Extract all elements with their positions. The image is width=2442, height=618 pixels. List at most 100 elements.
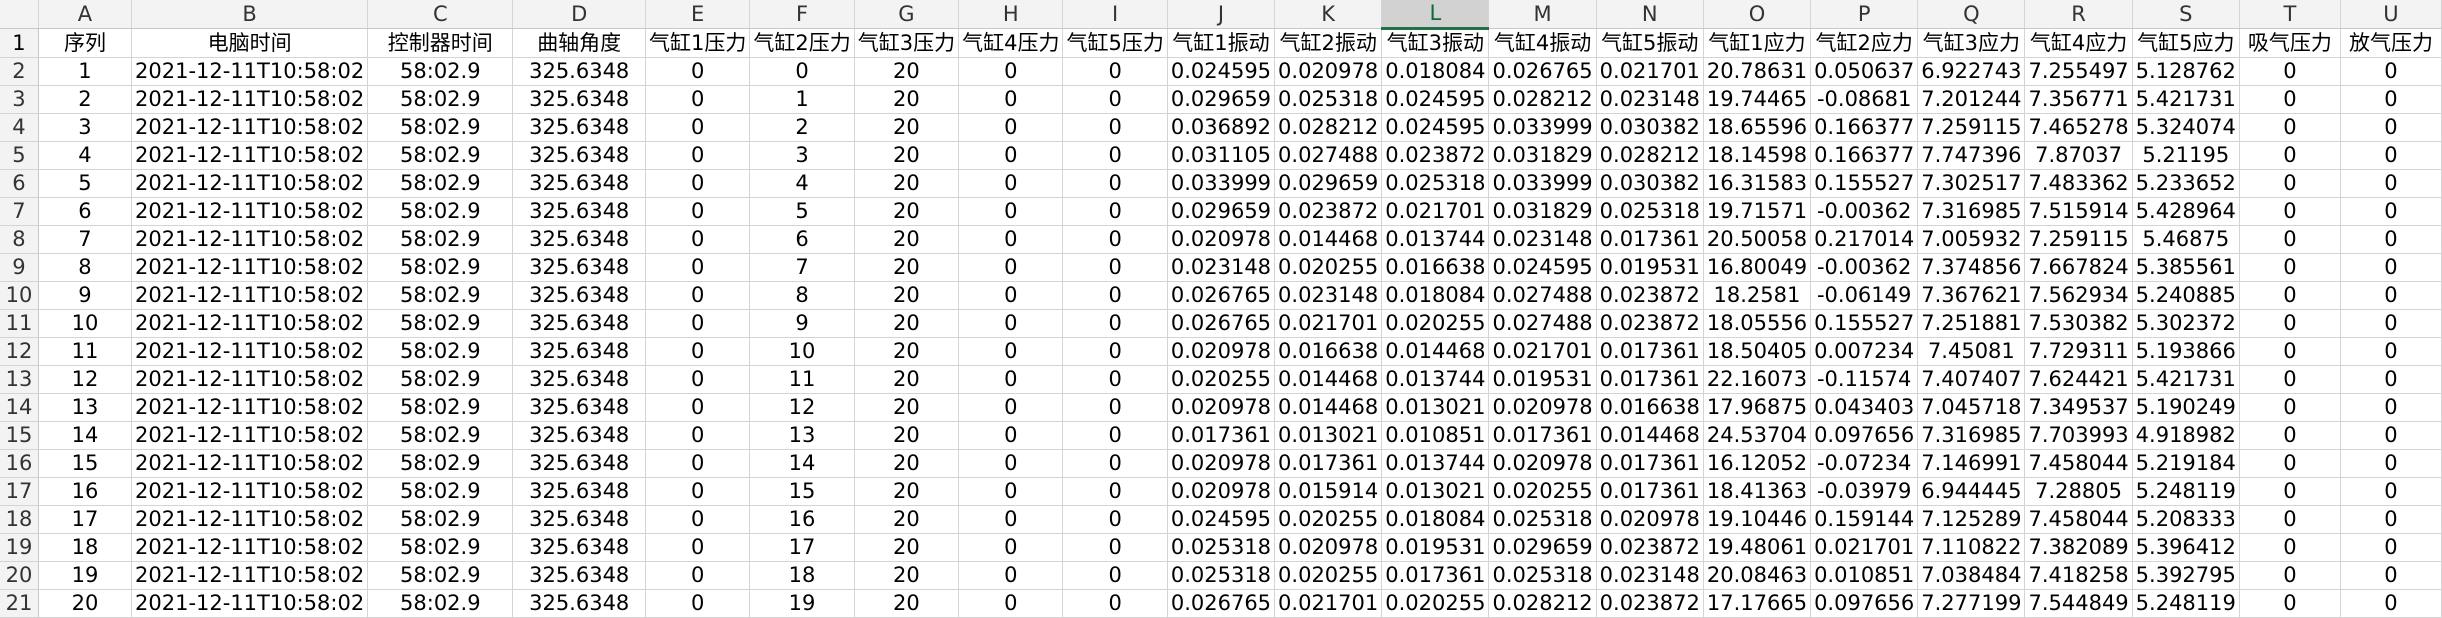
cell-I[interactable]: 0	[1062, 197, 1168, 226]
cell-K[interactable]: 0.013021	[1274, 421, 1383, 450]
cell-N[interactable]: 0.023872	[1596, 533, 1704, 562]
cell-F[interactable]: 7	[749, 253, 855, 282]
cell-N[interactable]: 0.023148	[1596, 85, 1704, 114]
cell-L[interactable]: 0.019531	[1381, 533, 1490, 562]
column-header-A[interactable]: A	[38, 0, 133, 29]
cell-J[interactable]: 0.025318	[1167, 533, 1276, 562]
cell-A[interactable]: 16	[38, 477, 133, 506]
cell-J[interactable]: 0.029659	[1167, 197, 1276, 226]
column-header-B[interactable]: B	[131, 0, 369, 29]
cell-F[interactable]: 18	[749, 561, 855, 590]
cell-C[interactable]: 58:02.9	[367, 365, 514, 394]
cell-U[interactable]: 0	[2340, 533, 2442, 562]
cell-I[interactable]: 0	[1062, 589, 1168, 618]
cell-B[interactable]: 2021-12-11T10:58:02	[131, 197, 369, 226]
cell-N[interactable]: 0.019531	[1596, 253, 1704, 282]
cell-U[interactable]: 0	[2340, 197, 2442, 226]
row-header[interactable]: 19	[0, 533, 39, 562]
cell-O[interactable]: 19.10446	[1703, 505, 1812, 534]
cell-N[interactable]: 0.020978	[1596, 505, 1704, 534]
cell-I[interactable]: 0	[1062, 253, 1168, 282]
cell-R[interactable]: 7.544849	[2024, 589, 2133, 618]
cell-J[interactable]: 0.020978	[1167, 449, 1276, 478]
cell-U[interactable]: 0	[2340, 141, 2442, 170]
cell-B[interactable]: 2021-12-11T10:58:02	[131, 113, 369, 142]
cell-U[interactable]: 0	[2340, 337, 2442, 366]
cell-J[interactable]: 0.026765	[1167, 281, 1276, 310]
cell-Q[interactable]: 7.316985	[1917, 421, 2026, 450]
cell-H[interactable]: 0	[958, 197, 1064, 226]
cell-G[interactable]: 20	[854, 309, 960, 338]
cell-Q[interactable]: 7.005932	[1917, 225, 2026, 254]
cell-H[interactable]: 0	[958, 169, 1064, 198]
cell-J[interactable]: 0.020978	[1167, 225, 1276, 254]
cell-O[interactable]: 16.12052	[1703, 449, 1812, 478]
cell-Q[interactable]: 7.316985	[1917, 197, 2026, 226]
cell-P[interactable]: 0.010851	[1810, 561, 1919, 590]
cell-B[interactable]: 2021-12-11T10:58:02	[131, 505, 369, 534]
cell-Q[interactable]: 7.374856	[1917, 253, 2026, 282]
cell-R[interactable]: 7.562934	[2024, 281, 2133, 310]
cell-R[interactable]: 7.458044	[2024, 449, 2133, 478]
cell-E[interactable]: 0	[645, 309, 751, 338]
cell-R[interactable]: 7.382089	[2024, 533, 2133, 562]
cell-B[interactable]: 2021-12-11T10:58:02	[131, 309, 369, 338]
column-header-S[interactable]: S	[2132, 0, 2240, 29]
cell-S[interactable]: 5.240885	[2132, 281, 2240, 310]
cell-A[interactable]: 6	[38, 197, 133, 226]
cell-O[interactable]: 19.71571	[1703, 197, 1812, 226]
cell-E[interactable]: 0	[645, 197, 751, 226]
cell-Q[interactable]: 6.922743	[1917, 57, 2026, 86]
cell-T[interactable]: 0	[2239, 141, 2341, 170]
cell-B[interactable]: 2021-12-11T10:58:02	[131, 421, 369, 450]
row-header[interactable]: 17	[0, 477, 39, 506]
cell-G[interactable]: 20	[854, 337, 960, 366]
cell-D[interactable]: 325.6348	[512, 225, 646, 254]
cell-S[interactable]: 5.421731	[2132, 365, 2240, 394]
cell-F[interactable]: 12	[749, 393, 855, 422]
cell-Q[interactable]: 7.302517	[1917, 169, 2026, 198]
cell-A[interactable]: 3	[38, 113, 133, 142]
cell-D[interactable]: 325.6348	[512, 421, 646, 450]
cell-I[interactable]: 0	[1062, 449, 1168, 478]
column-header-F[interactable]: F	[749, 0, 855, 29]
cell-K[interactable]: 0.023872	[1274, 197, 1383, 226]
cell-R[interactable]: 7.356771	[2024, 85, 2133, 114]
cell-M[interactable]: 0.021701	[1488, 337, 1597, 366]
cell-O[interactable]: 17.96875	[1703, 393, 1812, 422]
cell-M[interactable]: 0.033999	[1488, 113, 1597, 142]
cell-S[interactable]: 5.248119	[2132, 589, 2240, 618]
cell-R[interactable]: 7.87037	[2024, 141, 2133, 170]
cell-T[interactable]: 0	[2239, 85, 2341, 114]
cell-A[interactable]: 12	[38, 365, 133, 394]
cell-M[interactable]: 0.024595	[1488, 253, 1597, 282]
header-cell-J[interactable]: 气缸1振动	[1167, 28, 1276, 58]
cell-Q[interactable]: 7.038484	[1917, 561, 2026, 590]
cell-D[interactable]: 325.6348	[512, 281, 646, 310]
cell-E[interactable]: 0	[645, 449, 751, 478]
select-all-corner[interactable]	[0, 0, 39, 29]
cell-A[interactable]: 10	[38, 309, 133, 338]
cell-R[interactable]: 7.703993	[2024, 421, 2133, 450]
cell-A[interactable]: 18	[38, 533, 133, 562]
cell-N[interactable]: 0.028212	[1596, 141, 1704, 170]
cell-A[interactable]: 14	[38, 421, 133, 450]
cell-K[interactable]: 0.015914	[1274, 477, 1383, 506]
cell-K[interactable]: 0.020978	[1274, 533, 1383, 562]
cell-C[interactable]: 58:02.9	[367, 253, 514, 282]
cell-S[interactable]: 5.248119	[2132, 477, 2240, 506]
cell-D[interactable]: 325.6348	[512, 477, 646, 506]
cell-G[interactable]: 20	[854, 365, 960, 394]
cell-H[interactable]: 0	[958, 253, 1064, 282]
header-cell-R[interactable]: 气缸4应力	[2024, 28, 2133, 58]
cell-R[interactable]: 7.28805	[2024, 477, 2133, 506]
cell-L[interactable]: 0.024595	[1381, 113, 1490, 142]
cell-N[interactable]: 0.023148	[1596, 561, 1704, 590]
cell-M[interactable]: 0.029659	[1488, 533, 1597, 562]
header-cell-T[interactable]: 吸气压力	[2239, 28, 2341, 58]
cell-D[interactable]: 325.6348	[512, 253, 646, 282]
cell-R[interactable]: 7.465278	[2024, 113, 2133, 142]
cell-L[interactable]: 0.013744	[1381, 225, 1490, 254]
cell-F[interactable]: 17	[749, 533, 855, 562]
cell-J[interactable]: 0.017361	[1167, 421, 1276, 450]
